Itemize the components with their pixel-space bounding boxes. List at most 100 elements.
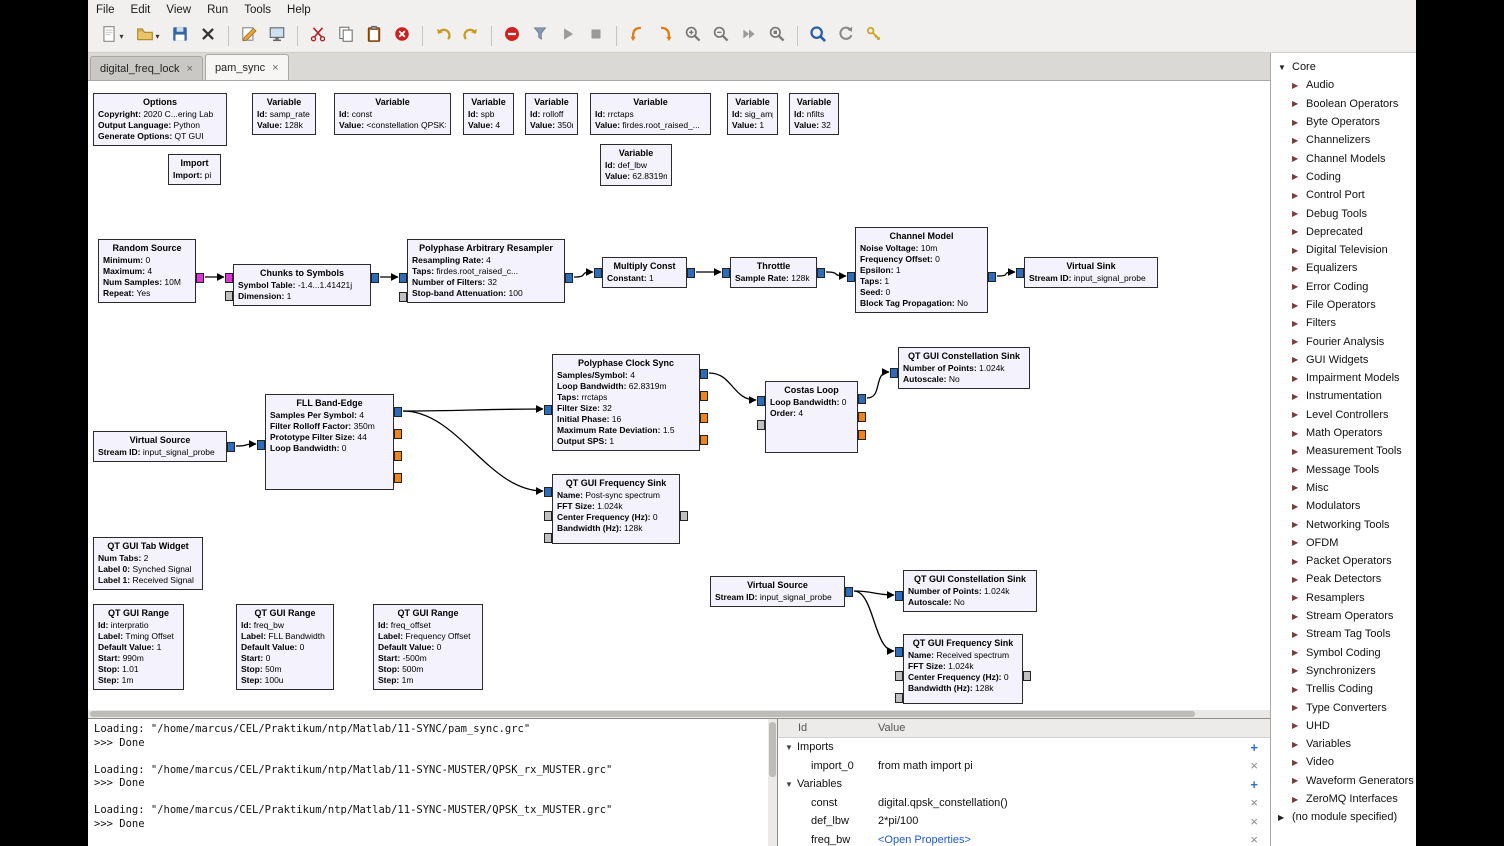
tree-item-stream-tag-tools[interactable]: ▶Stream Tag Tools <box>1271 625 1416 643</box>
out-port-complex[interactable] <box>700 369 708 379</box>
tree-item-stream-operators[interactable]: ▶Stream Operators <box>1271 607 1416 625</box>
tree-item-control-port[interactable]: ▶Control Port <box>1271 186 1416 204</box>
out-port-complex[interactable] <box>687 268 695 278</box>
connection[interactable] <box>709 373 756 400</box>
block-throttle[interactable]: ThrottleSample Rate: 128k <box>730 257 817 288</box>
block-random-source[interactable]: Random SourceMinimum: 0Maximum: 4Num Sam… <box>98 239 196 303</box>
block-variable-samp-rate[interactable]: VariableId: samp_rateValue: 128k <box>252 93 316 135</box>
expand-arrow-icon[interactable]: ▶ <box>1292 502 1301 511</box>
tree-item-debug-tools[interactable]: ▶Debug Tools <box>1271 204 1416 222</box>
expand-arrow-icon[interactable]: ▶ <box>1292 703 1301 712</box>
menu-file[interactable]: File <box>88 2 123 18</box>
in-port-complex[interactable] <box>847 272 855 282</box>
tree-item-networking-tools[interactable]: ▶Networking Tools <box>1271 515 1416 533</box>
tab-pam-sync[interactable]: pam_sync× <box>205 54 289 80</box>
tree-item-level-controllers[interactable]: ▶Level Controllers <box>1271 406 1416 424</box>
canvas-horizontal-scrollbar[interactable] <box>88 710 1270 718</box>
redo-button[interactable] <box>458 23 484 49</box>
out-port-byte[interactable] <box>196 273 204 283</box>
expand-arrow-icon[interactable]: ▶ <box>1292 483 1301 492</box>
block-polyphase-arbitrary-resampler[interactable]: Polyphase Arbitrary ResamplerResampling … <box>407 239 565 303</box>
expand-arrow-icon[interactable]: ▶ <box>1292 319 1301 328</box>
tree-item-byte-operators[interactable]: ▶Byte Operators <box>1271 113 1416 131</box>
copy-button[interactable] <box>333 23 359 49</box>
block-qtgui-range-interpratio[interactable]: QT GUI RangeId: interpratioLabel: Tming … <box>93 604 184 690</box>
close-button[interactable] <box>195 23 221 49</box>
expand-arrow-icon[interactable]: ▶ <box>1292 685 1301 694</box>
expand-arrow-icon[interactable]: ▶ <box>1292 593 1301 602</box>
expand-arrow-icon[interactable]: ▶ <box>1292 191 1301 200</box>
add-icon[interactable]: + <box>1250 778 1258 791</box>
block-options[interactable]: OptionsCopyright: 2020 C...ering LabOutp… <box>93 93 227 146</box>
connection[interactable] <box>236 444 256 446</box>
menu-view[interactable]: View <box>158 2 199 18</box>
block-variable-def-lbw[interactable]: VariableId: def_lbwValue: 62.8319m <box>600 144 672 186</box>
block-qtgui-frequency-sink-1[interactable]: QT GUI Frequency SinkName: Post-sync spe… <box>552 474 680 544</box>
expand-arrow-icon[interactable]: ▶ <box>1292 648 1301 657</box>
expand-arrow-icon[interactable]: ▶ <box>1292 612 1301 621</box>
out-port-complex[interactable] <box>858 394 866 404</box>
tree-item-boolean-operators[interactable]: ▶Boolean Operators <box>1271 95 1416 113</box>
out-port-complex[interactable] <box>371 273 379 283</box>
tree-item-waveform-generators[interactable]: ▶Waveform Generators <box>1271 772 1416 790</box>
out-port-float[interactable] <box>394 429 402 439</box>
out-port-complex[interactable] <box>565 273 573 283</box>
connection[interactable] <box>403 409 543 411</box>
expand-arrow-icon[interactable]: ▶ <box>1292 337 1301 346</box>
block-import-pi[interactable]: ImportImport: pi <box>168 154 221 185</box>
block-virtual-source-1[interactable]: Virtual SourceStream ID: input_signal_pr… <box>93 431 227 462</box>
tree-item-symbol-coding[interactable]: ▶Symbol Coding <box>1271 644 1416 662</box>
connection[interactable] <box>867 372 889 398</box>
expand-arrow-icon[interactable]: ▶ <box>1292 630 1301 639</box>
tree-item-trellis-coding[interactable]: ▶Trellis Coding <box>1271 680 1416 698</box>
add-icon[interactable]: + <box>1250 741 1258 754</box>
in-port-complex[interactable] <box>757 396 765 406</box>
find-block-button[interactable] <box>805 23 831 49</box>
expand-arrow-icon[interactable]: ▶ <box>1292 209 1301 218</box>
var-section-imports[interactable]: ▼Imports+ <box>778 738 1270 757</box>
in-port-byte[interactable] <box>225 273 233 283</box>
tree-item-error-coding[interactable]: ▶Error Coding <box>1271 278 1416 296</box>
out-port-complex[interactable] <box>845 587 853 597</box>
tree-item-math-operators[interactable]: ▶Math Operators <box>1271 424 1416 442</box>
expand-arrow-icon[interactable]: ▶ <box>1292 575 1301 584</box>
in-port-msg[interactable] <box>895 693 903 703</box>
zoom-reset-button[interactable] <box>764 23 790 49</box>
menu-help[interactable]: Help <box>279 2 319 18</box>
flowgraph-canvas[interactable]: OptionsCopyright: 2020 C...ering LabOutp… <box>88 81 1270 710</box>
flowgraph-properties-button[interactable] <box>236 23 262 49</box>
collapse-arrow-icon[interactable]: ▼ <box>1278 63 1287 72</box>
zoom-in-button[interactable] <box>680 23 706 49</box>
tree-item-modulators[interactable]: ▶Modulators <box>1271 497 1416 515</box>
remove-icon[interactable]: × <box>1250 815 1258 828</box>
tree-item-ofdm[interactable]: ▶OFDM <box>1271 534 1416 552</box>
block-multiply-const[interactable]: Multiply ConstConstant: 1 <box>602 257 687 288</box>
tree-item-uhd[interactable]: ▶UHD <box>1271 717 1416 735</box>
connection[interactable] <box>997 272 1015 276</box>
expand-arrow-icon[interactable]: ▶ <box>1292 246 1301 255</box>
block-chunks-to-symbols[interactable]: Chunks to SymbolsSymbol Table: -1.4...1.… <box>233 264 371 306</box>
kill-button[interactable] <box>583 23 609 49</box>
in-port-msg[interactable] <box>544 533 552 543</box>
block-variable-rolloff[interactable]: VariableId: rolloffValue: 350m <box>525 93 578 135</box>
expand-arrow-icon[interactable]: ▶ <box>1292 740 1301 749</box>
block-costas-loop[interactable]: Costas LoopLoop Bandwidth: 0Order: 4 <box>765 381 858 453</box>
generate-button[interactable] <box>527 23 553 49</box>
out-port-float[interactable] <box>858 430 866 440</box>
expand-arrow-icon[interactable]: ▶ <box>1292 721 1301 730</box>
out-port-float[interactable] <box>394 451 402 461</box>
tree-item-core[interactable]: ▼Core <box>1271 58 1416 76</box>
expand-arrow-icon[interactable]: ▶ <box>1292 795 1301 804</box>
execute-button[interactable] <box>555 23 581 49</box>
tree-item-zeromq-interfaces[interactable]: ▶ZeroMQ Interfaces <box>1271 790 1416 808</box>
expand-arrow-icon[interactable]: ▶ <box>1292 227 1301 236</box>
tree-item-packet-operators[interactable]: ▶Packet Operators <box>1271 552 1416 570</box>
block-polyphase-clock-sync[interactable]: Polyphase Clock SyncSamples/Symbol: 4Loo… <box>552 354 700 451</box>
var-row-freq-bw[interactable]: freq_bw<Open Properties>× <box>778 831 1270 846</box>
close-tab-icon[interactable]: × <box>272 62 278 74</box>
var-section-variables[interactable]: ▼Variables+ <box>778 775 1270 794</box>
save-button[interactable] <box>167 23 193 49</box>
var-row-const[interactable]: constdigital.qpsk_constellation()× <box>778 794 1270 813</box>
delete-button[interactable] <box>389 23 415 49</box>
open-flowgraph-button[interactable]: ▾ <box>131 23 165 49</box>
